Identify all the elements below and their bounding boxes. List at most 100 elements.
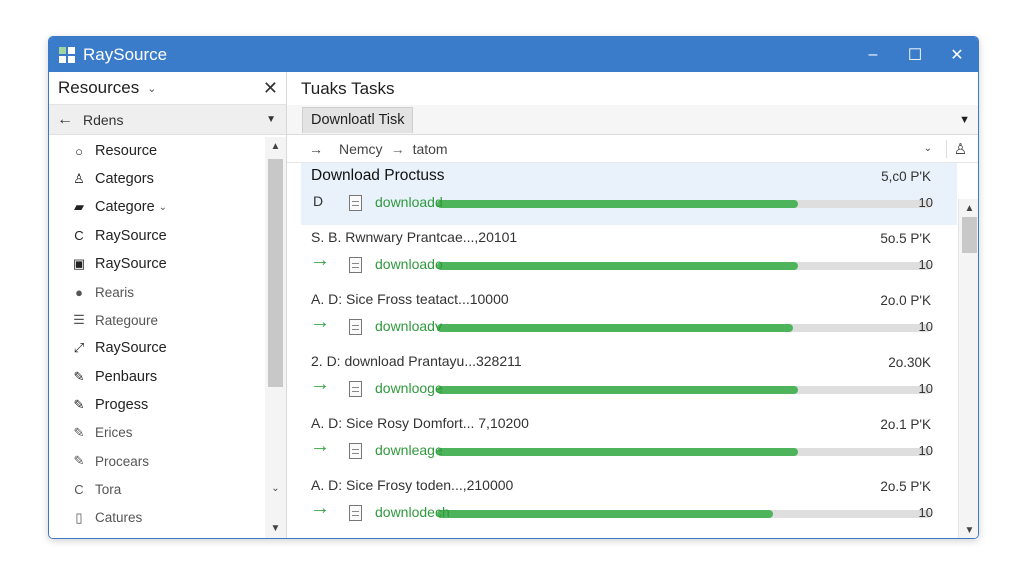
tab-download-task[interactable]: Downloatl Tisk <box>302 106 414 133</box>
path-from[interactable]: Nemcy <box>339 141 383 157</box>
document-icon <box>349 443 362 459</box>
arrow-right-icon: → <box>310 249 330 271</box>
task-name: Download Proctuss <box>311 167 445 184</box>
list-icon: ☰ <box>73 312 85 328</box>
tree-item-label: Ercgort <box>95 538 139 539</box>
tree-item[interactable]: ✎ Progess <box>49 391 265 419</box>
tree-item[interactable]: ✎ Erices <box>49 419 265 447</box>
progress-bar <box>437 262 931 270</box>
minimize-button[interactable]: – <box>852 37 894 72</box>
tree-item[interactable]: ● Rearis <box>49 278 265 306</box>
refresh-icon: C <box>74 481 84 497</box>
resources-header: Resources ⌄ ✕ <box>49 72 286 105</box>
tree-item-label: Categors <box>95 171 154 188</box>
tasks-panel: Tuaks Tasks Downloatl Tisk ▼ → Nemcy → t… <box>287 72 978 538</box>
tree-item-label: Progess <box>95 396 149 413</box>
resources-nav-bar[interactable]: ← Rdens ▼ <box>49 105 286 135</box>
task-status-label: downloado <box>375 256 443 272</box>
folder-icon: ▰ <box>74 199 84 215</box>
tree-item[interactable]: ☰ Rategoure <box>49 306 265 334</box>
close-window-button[interactable]: ✕ <box>936 37 978 72</box>
scroll-small-down-icon[interactable]: ⌄ <box>265 483 286 494</box>
progress-fill <box>437 324 793 332</box>
task-row[interactable]: A. D: Sice Rosy Domfort... 7,10200 2o.1 P… <box>301 411 957 473</box>
arrow-right-icon: → <box>310 497 330 519</box>
task-name: A. D: Sice Fross teatact...10000 <box>311 291 509 307</box>
tasks-scrollbar[interactable]: ▲ ▼ <box>958 199 978 538</box>
tab-dropdown-icon[interactable]: ▼ <box>959 114 970 126</box>
tree-item-label: Catures <box>95 510 143 526</box>
task-size: 2o.1 P'K <box>880 417 931 432</box>
task-list: Download Proctuss 5,c0 P'K Ddownloadd 10 S. … <box>301 163 957 538</box>
scroll-up-icon[interactable]: ▲ <box>959 203 978 214</box>
progress-fill <box>437 448 798 456</box>
circle-icon: ○ <box>71 538 87 539</box>
circle-icon: ○ <box>75 143 83 159</box>
tree-item[interactable]: ✎ Penbaurs <box>49 363 265 391</box>
path-dropdown-icon[interactable]: ⌄ <box>924 143 932 154</box>
document-icon <box>349 195 362 211</box>
window-title: RaySource <box>83 44 168 64</box>
task-row[interactable]: A. D: ddfwlood Podstxe...2,100001.5K <box>301 535 957 538</box>
path-separator-icon: → <box>390 140 405 157</box>
tool-icon: ✎ <box>73 396 85 412</box>
tree-item[interactable]: ▰ Categore ⌄ <box>49 193 265 221</box>
tree-item-label: RaySource <box>95 227 167 244</box>
task-status-label: downleage <box>375 442 443 458</box>
task-row[interactable]: A. D: Sice Fross teatact...10000 2o.0 P'K… <box>301 287 957 349</box>
image-icon: ▣ <box>72 255 86 271</box>
tree-item[interactable]: C Tora <box>49 475 265 503</box>
task-name: A. D: ddfwlood Podstxe...2,10000 <box>311 535 519 538</box>
scroll-down-icon[interactable]: ▼ <box>265 523 286 534</box>
progress-bar <box>437 386 931 394</box>
task-row[interactable]: Download Proctuss 5,c0 P'K Ddownloadd 10 <box>301 163 957 225</box>
task-size: 2o.0 P'K <box>880 293 931 308</box>
task-count: 10 <box>918 195 933 210</box>
task-name: A. D: Sice Rosy Domfort... 7,10200 <box>311 415 529 431</box>
tree-item[interactable]: C RaySource <box>49 222 265 250</box>
tree-item[interactable]: ○ Ercgort <box>49 532 265 539</box>
path-bar: → Nemcy → tatom ⌄ ♙ <box>287 135 978 163</box>
task-row[interactable]: A. D: Sice Frosy toden...,210000 2o.5 P'K… <box>301 473 957 535</box>
task-row[interactable]: 2. D: download Prantayu...328211 2o.30K → d… <box>301 349 957 411</box>
task-size: 2o.30K <box>888 355 931 370</box>
scroll-up-icon[interactable]: ▲ <box>265 141 286 152</box>
dropdown-arrow-icon[interactable]: ▼ <box>266 114 276 125</box>
path-to[interactable]: tatom <box>413 141 448 157</box>
tree-item[interactable]: ✎ Procears <box>49 447 265 475</box>
task-status-label: downloadv <box>375 318 442 334</box>
task-count: 10 <box>918 505 933 520</box>
tree-item[interactable]: ▣ RaySource <box>49 250 265 278</box>
app-window: RaySource – ☐ ✕ Resources ⌄ ✕ ← Rdens ▼ … <box>48 36 979 539</box>
chevron-down-icon[interactable]: ⌄ <box>159 202 167 213</box>
left-scrollbar[interactable]: ▲ ⌄ ▼ <box>265 137 286 538</box>
task-count: 10 <box>918 381 933 396</box>
tree-item[interactable]: ♙ Categors <box>49 165 265 193</box>
title-bar[interactable]: RaySource – ☐ ✕ <box>49 37 978 72</box>
task-row[interactable]: S. B. Rwnwary Prantcae...,20101 5o.5 P'K →… <box>301 225 957 287</box>
scroll-down-icon[interactable]: ▼ <box>959 525 978 536</box>
arrow-right-icon: → <box>310 373 330 395</box>
forward-arrow-icon[interactable]: → <box>309 141 323 157</box>
tree-item-label: Resource <box>95 143 158 160</box>
tree-item-label: RaySource <box>95 340 167 357</box>
tree-item[interactable]: ▯ Catures <box>49 503 265 531</box>
refresh-icon: C <box>74 228 84 244</box>
task-count: 10 <box>918 319 933 334</box>
tree-item[interactable]: ⤢ RaySource <box>49 334 265 362</box>
tree-item-label: Rategoure <box>95 312 159 328</box>
task-name: A. D: Sice Frosy toden...,210000 <box>311 477 514 493</box>
scroll-thumb[interactable] <box>962 217 977 253</box>
tree-item[interactable]: ○ Resource <box>49 137 265 165</box>
maximize-button[interactable]: ☐ <box>894 37 936 72</box>
scroll-thumb[interactable] <box>268 159 283 387</box>
tree-item-label: Penbaurs <box>95 368 158 385</box>
close-panel-button[interactable]: ✕ <box>263 78 278 99</box>
chevron-down-icon[interactable]: ⌄ <box>147 82 156 95</box>
task-status-label: downlodech <box>375 504 450 520</box>
user-icon[interactable]: ♙ <box>946 139 974 158</box>
back-arrow-icon[interactable]: ← <box>57 111 73 129</box>
tool-icon: ✎ <box>73 368 85 384</box>
task-name: S. B. Rwnwary Prantcae...,20101 <box>311 229 518 245</box>
progress-bar <box>437 448 931 456</box>
